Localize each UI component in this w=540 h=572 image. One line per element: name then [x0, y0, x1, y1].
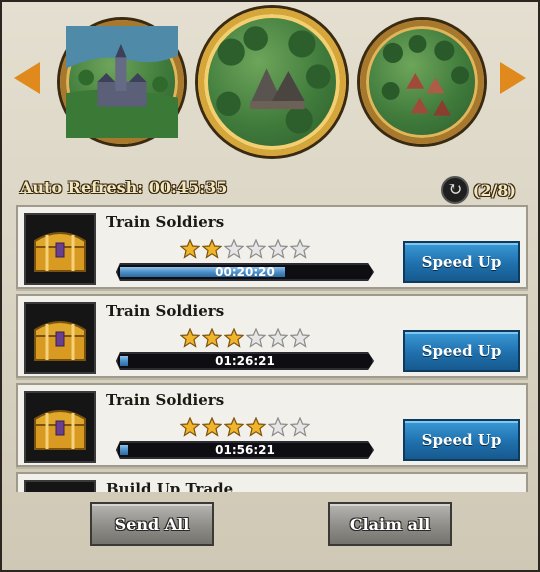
task-timer: 00:20:20: [215, 265, 275, 279]
auto-refresh-timer: Auto Refresh: 00:45:35: [20, 178, 228, 197]
task-rating: [180, 417, 310, 437]
star-empty-icon: [290, 239, 310, 259]
task-timer: 01:56:21: [215, 443, 275, 457]
star-filled-icon: [180, 417, 200, 437]
forest-camp-icon: [216, 26, 331, 134]
task-progress-bar: 01:56:21: [116, 441, 374, 459]
star-filled-icon: [180, 328, 200, 348]
claim-all-button[interactable]: Claim all: [328, 502, 452, 546]
task-title: Build Up Trade: [106, 480, 234, 492]
star-filled-icon: [180, 239, 200, 259]
star-filled-icon: [224, 328, 244, 348]
task-row: Build Up Trade: [16, 472, 528, 492]
task-thumb: [24, 213, 96, 285]
forest-village-icon: [381, 34, 470, 116]
refresh-icon[interactable]: ↻: [440, 176, 469, 204]
star-filled-icon: [202, 239, 222, 259]
task-thumb: [24, 302, 96, 374]
treasure-chest-icon: [34, 321, 86, 361]
star-filled-icon: [224, 417, 244, 437]
task-title: Train Soldiers: [106, 213, 225, 231]
star-filled-icon: [202, 417, 222, 437]
star-empty-icon: [268, 417, 288, 437]
treasure-chest-icon: [34, 232, 86, 272]
task-title: Train Soldiers: [106, 302, 225, 320]
location-castle-town[interactable]: [60, 20, 184, 144]
location-forest-camp[interactable]: [198, 8, 346, 156]
task-row: Train Soldiers 01:26:21 Speed Up: [16, 294, 528, 378]
treasure-chest-icon: [34, 410, 86, 450]
prev-arrow-icon[interactable]: [14, 62, 40, 94]
task-row: Train Soldiers 00:20:20 Speed Up: [16, 205, 528, 289]
task-row: Train Soldiers 01:56:21 Speed Up: [16, 383, 528, 467]
task-list[interactable]: Train Soldiers 00:20:20 Speed Up Train S…: [16, 205, 528, 492]
quest-panel: Auto Refresh: 00:45:35 ↻ (2/8) Train Sol…: [0, 0, 540, 572]
castle-town-icon: [66, 26, 178, 138]
next-arrow-icon[interactable]: [500, 62, 526, 94]
star-filled-icon: [246, 417, 266, 437]
task-rating: [180, 239, 310, 259]
refresh-counter[interactable]: ↻ (2/8): [440, 176, 516, 204]
star-empty-icon: [290, 417, 310, 437]
star-filled-icon: [202, 328, 222, 348]
star-empty-icon: [268, 239, 288, 259]
task-thumb: [24, 391, 96, 463]
refresh-count-text: (2/8): [472, 180, 516, 200]
speed-up-button[interactable]: Speed Up: [403, 241, 520, 283]
speed-up-button[interactable]: Speed Up: [403, 330, 520, 372]
speed-up-button[interactable]: Speed Up: [403, 419, 520, 461]
task-thumb: [24, 480, 96, 492]
location-forest-village[interactable]: [360, 20, 484, 144]
task-timer: 01:26:21: [215, 354, 275, 368]
star-empty-icon: [268, 328, 288, 348]
star-empty-icon: [290, 328, 310, 348]
task-progress-bar: 00:20:20: [116, 263, 374, 281]
star-empty-icon: [246, 239, 266, 259]
task-progress-bar: 01:26:21: [116, 352, 374, 370]
star-empty-icon: [246, 328, 266, 348]
task-title: Train Soldiers: [106, 391, 225, 409]
task-rating: [180, 328, 310, 348]
star-empty-icon: [224, 239, 244, 259]
send-all-button[interactable]: Send All: [90, 502, 214, 546]
